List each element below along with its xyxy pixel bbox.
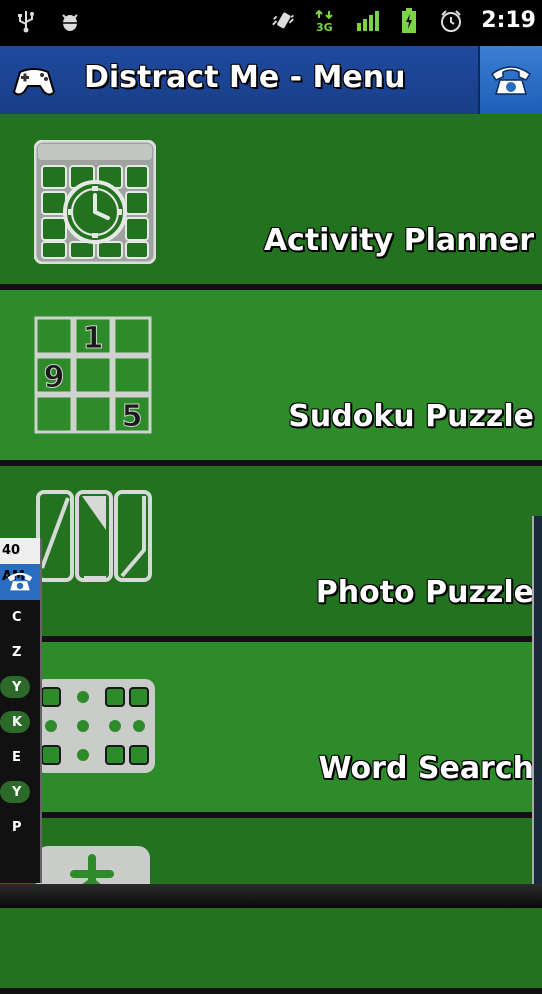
background-app-edge (532, 516, 542, 884)
panel-letter: K (0, 705, 40, 740)
panel-letter: Z (12, 645, 22, 660)
menu-item-label: Sudoku Puzzle (288, 399, 534, 434)
panel-letter: Y (0, 775, 40, 810)
menu-item-sudoku-puzzle[interactable]: 1 9 5 Sudoku Puzzle (0, 290, 542, 466)
vibrate-icon (271, 9, 295, 33)
gamepad-icon (12, 64, 56, 98)
sudoku-grid-icon: 1 9 5 (34, 316, 152, 438)
menu-item-photo-puzzle[interactable]: Photo Puzzle (0, 466, 542, 642)
3g-icon: 3G (313, 9, 337, 33)
panel-phone-button (0, 564, 40, 600)
menu-item-label: Photo Puzzle (315, 575, 534, 610)
menu-item-label: Activity Planner (263, 223, 534, 258)
photo-puzzle-icon (34, 490, 154, 588)
panel-letter: Y (0, 670, 40, 705)
call-button[interactable] (478, 46, 542, 114)
background-app-panel: 40 AM C Z Y K E Y P (0, 538, 42, 883)
word-search-grid-icon (34, 678, 156, 778)
panel-letter: P (12, 820, 22, 835)
signal-icon (355, 9, 380, 33)
android-debug-icon (58, 9, 82, 33)
menu-item-word-search[interactable]: Word Search (0, 642, 542, 818)
menu-item-label: Word Search (318, 751, 534, 786)
battery-charging-icon (397, 7, 421, 33)
calendar-clock-icon (33, 139, 157, 268)
menu-list: Activity Planner 1 9 5 Sudoku Puzzle Pho… (0, 114, 542, 994)
clock-time: 2:19 (481, 8, 536, 33)
menu-item-activity-planner[interactable]: Activity Planner (0, 114, 542, 290)
usb-icon (14, 9, 38, 33)
page-title: Distract Me - Menu (84, 60, 406, 95)
phone-icon (5, 567, 35, 597)
phone-icon (488, 58, 534, 102)
sudoku-digit: 5 (122, 399, 143, 434)
panel-letter: E (12, 750, 21, 765)
panel-letter: C (12, 610, 22, 625)
panel-clock: 40 AM (0, 538, 40, 584)
status-bar: 3G 2:19 (0, 0, 542, 46)
sudoku-digit: 9 (44, 360, 65, 395)
alarm-icon (439, 9, 463, 33)
sudoku-digit: 1 (83, 321, 104, 356)
svg-text:3G: 3G (316, 21, 333, 33)
bottom-bar (0, 884, 542, 908)
title-bar: Distract Me - Menu (0, 46, 542, 116)
